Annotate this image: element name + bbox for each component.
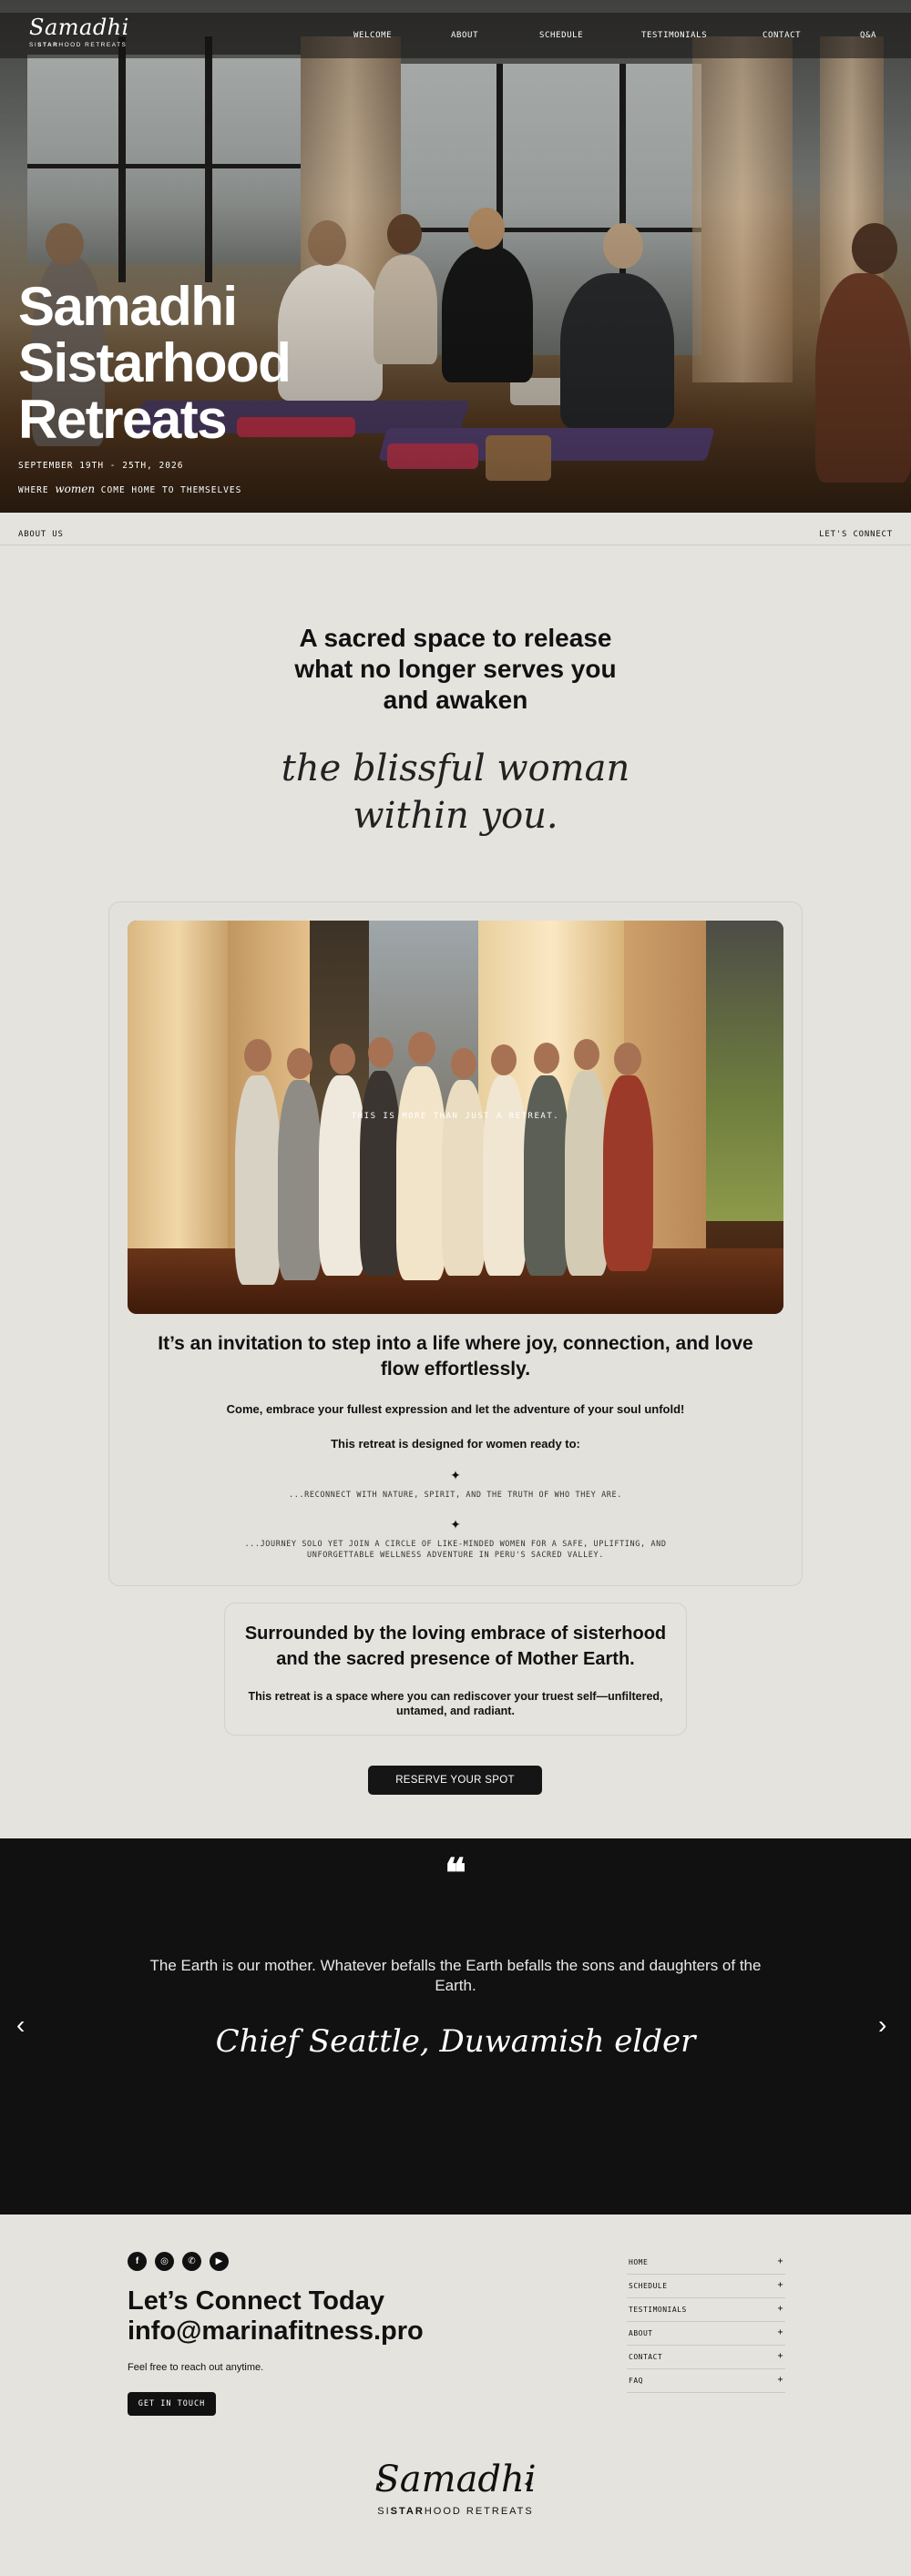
quote-icon: ❝ (445, 1850, 466, 1897)
footer-link-testimonials[interactable]: TESTIMONIALS + (627, 2298, 785, 2322)
photo-caption: THIS IS MORE THAN JUST A RETREAT. (351, 1112, 560, 1121)
logo-subtitle: SISTARHOOD RETREATS (29, 42, 128, 48)
nav-testimonials[interactable]: TESTIMONIALS (641, 31, 707, 40)
intro-heading: A sacred space to release what no longer… (294, 624, 617, 714)
footer-logo[interactable]: ✦ ✦ Samadhi SISTARHOOD RETREATS (364, 2459, 547, 2517)
plus-icon: + (777, 2351, 783, 2361)
logo-script: Samadhi (29, 15, 129, 40)
chevron-right-icon[interactable]: › (878, 2012, 886, 2038)
woman (396, 1066, 446, 1280)
plus-icon: + (777, 2375, 783, 2385)
woman-head (491, 1044, 517, 1075)
woman (483, 1075, 527, 1276)
hero-tagline: WHERE women COME HOME TO THEMSELVES (18, 483, 242, 495)
woman-head (408, 1032, 435, 1064)
footer-link-home[interactable]: HOME + (627, 2251, 785, 2275)
woman (565, 1071, 609, 1276)
nav-welcome[interactable]: WELCOME (353, 31, 392, 40)
sparkle-icon: ✦ (375, 2477, 386, 2491)
sparkle-icon: ✦ (450, 1517, 461, 1532)
footer-link-contact[interactable]: CONTACT + (627, 2346, 785, 2369)
woman (442, 1080, 486, 1276)
woman-head (574, 1039, 599, 1070)
woman (235, 1075, 281, 1285)
intro-script-text: the blissful woman within you. (281, 748, 630, 837)
retreat-point: ...RECONNECT WITH NATURE, SPIRIT, AND TH… (289, 1491, 622, 1500)
testimonial-quote: The Earth is our mother. Whatever befall… (149, 1957, 762, 1994)
woman (603, 1075, 653, 1271)
nav-about[interactable]: ABOUT (451, 31, 478, 40)
plus-icon: + (777, 2256, 783, 2266)
woman (278, 1080, 322, 1280)
plus-icon: + (777, 2327, 783, 2337)
section-subnav: ABOUT US LET'S CONNECT (0, 513, 911, 545)
subnav-about-us[interactable]: ABOUT US (18, 530, 64, 539)
footer-link-schedule[interactable]: SCHEDULE + (627, 2275, 785, 2298)
woman-head (330, 1044, 355, 1074)
testimonial-author: Chief Seattle, Duwamish elder (215, 2023, 696, 2060)
sisterhood-heading: Surrounded by the loving embrace of sist… (244, 1624, 667, 1669)
logo-subtitle: SISTARHOOD RETREATS (377, 2506, 534, 2517)
subnav-lets-connect[interactable]: LET'S CONNECT (819, 530, 893, 539)
hero-section: Samadhi SISTARHOOD RETREATS WELCOME ABOU… (0, 0, 911, 513)
logo[interactable]: Samadhi SISTARHOOD RETREATS (29, 15, 129, 48)
facebook-icon[interactable]: f (128, 2252, 147, 2271)
woman (360, 1071, 401, 1276)
sisterhood-body: This retreat is a space where you can re… (248, 1690, 663, 1717)
contact-email[interactable]: info@marinafitness.pro (128, 2316, 424, 2347)
woman-head (287, 1048, 312, 1079)
logo-script: Samadhi (374, 2459, 537, 2500)
woman-head (244, 1039, 271, 1072)
footer-link-faq[interactable]: FAQ + (627, 2369, 785, 2393)
nav-qa[interactable]: Q&A (860, 31, 876, 40)
reserve-spot-button[interactable]: RESERVE YOUR SPOT (368, 1766, 542, 1795)
group-photo: THIS IS MORE THAN JUST A RETREAT. (128, 921, 783, 1314)
whatsapp-icon[interactable]: ✆ (182, 2252, 201, 2271)
designed-for-text: This retreat is designed for women ready… (331, 1437, 580, 1451)
reach-out-text: Feel free to reach out anytime. (128, 2362, 264, 2373)
woman-head (368, 1037, 394, 1068)
woman-head (451, 1048, 476, 1079)
invitation-heading: It’s an invitation to step into a life w… (158, 1333, 753, 1380)
sparkle-icon: ✦ (450, 1468, 461, 1482)
plus-icon: + (777, 2304, 783, 2314)
retreat-point: ...JOURNEY SOLO YET JOIN A CIRCLE OF LIK… (244, 1540, 667, 1560)
get-in-touch-button[interactable]: GET IN TOUCH (128, 2392, 216, 2416)
woman (524, 1075, 569, 1276)
embrace-text: Come, embrace your fullest expression an… (226, 1402, 685, 1416)
nav-contact[interactable]: CONTACT (763, 31, 801, 40)
youtube-icon[interactable]: ▶ (210, 2252, 229, 2271)
plus-icon: + (777, 2280, 783, 2290)
chevron-left-icon[interactable]: ‹ (16, 2012, 25, 2038)
hero-date: SEPTEMBER 19TH - 25TH, 2026 (18, 461, 184, 471)
sparkle-icon: ✦ (523, 2477, 534, 2491)
instagram-icon[interactable]: ◎ (155, 2252, 174, 2271)
footer-link-about[interactable]: ABOUT + (627, 2322, 785, 2346)
woman-head (614, 1043, 641, 1075)
top-navigation-bar: Samadhi SISTARHOOD RETREATS WELCOME ABOU… (0, 13, 911, 58)
hero-title: Samadhi Sistarhood Retreats (18, 276, 292, 450)
woman-head (534, 1043, 559, 1074)
nav-schedule[interactable]: SCHEDULE (539, 31, 583, 40)
connect-heading: Let’s Connect Today (128, 2286, 384, 2316)
photo-window (706, 921, 783, 1221)
